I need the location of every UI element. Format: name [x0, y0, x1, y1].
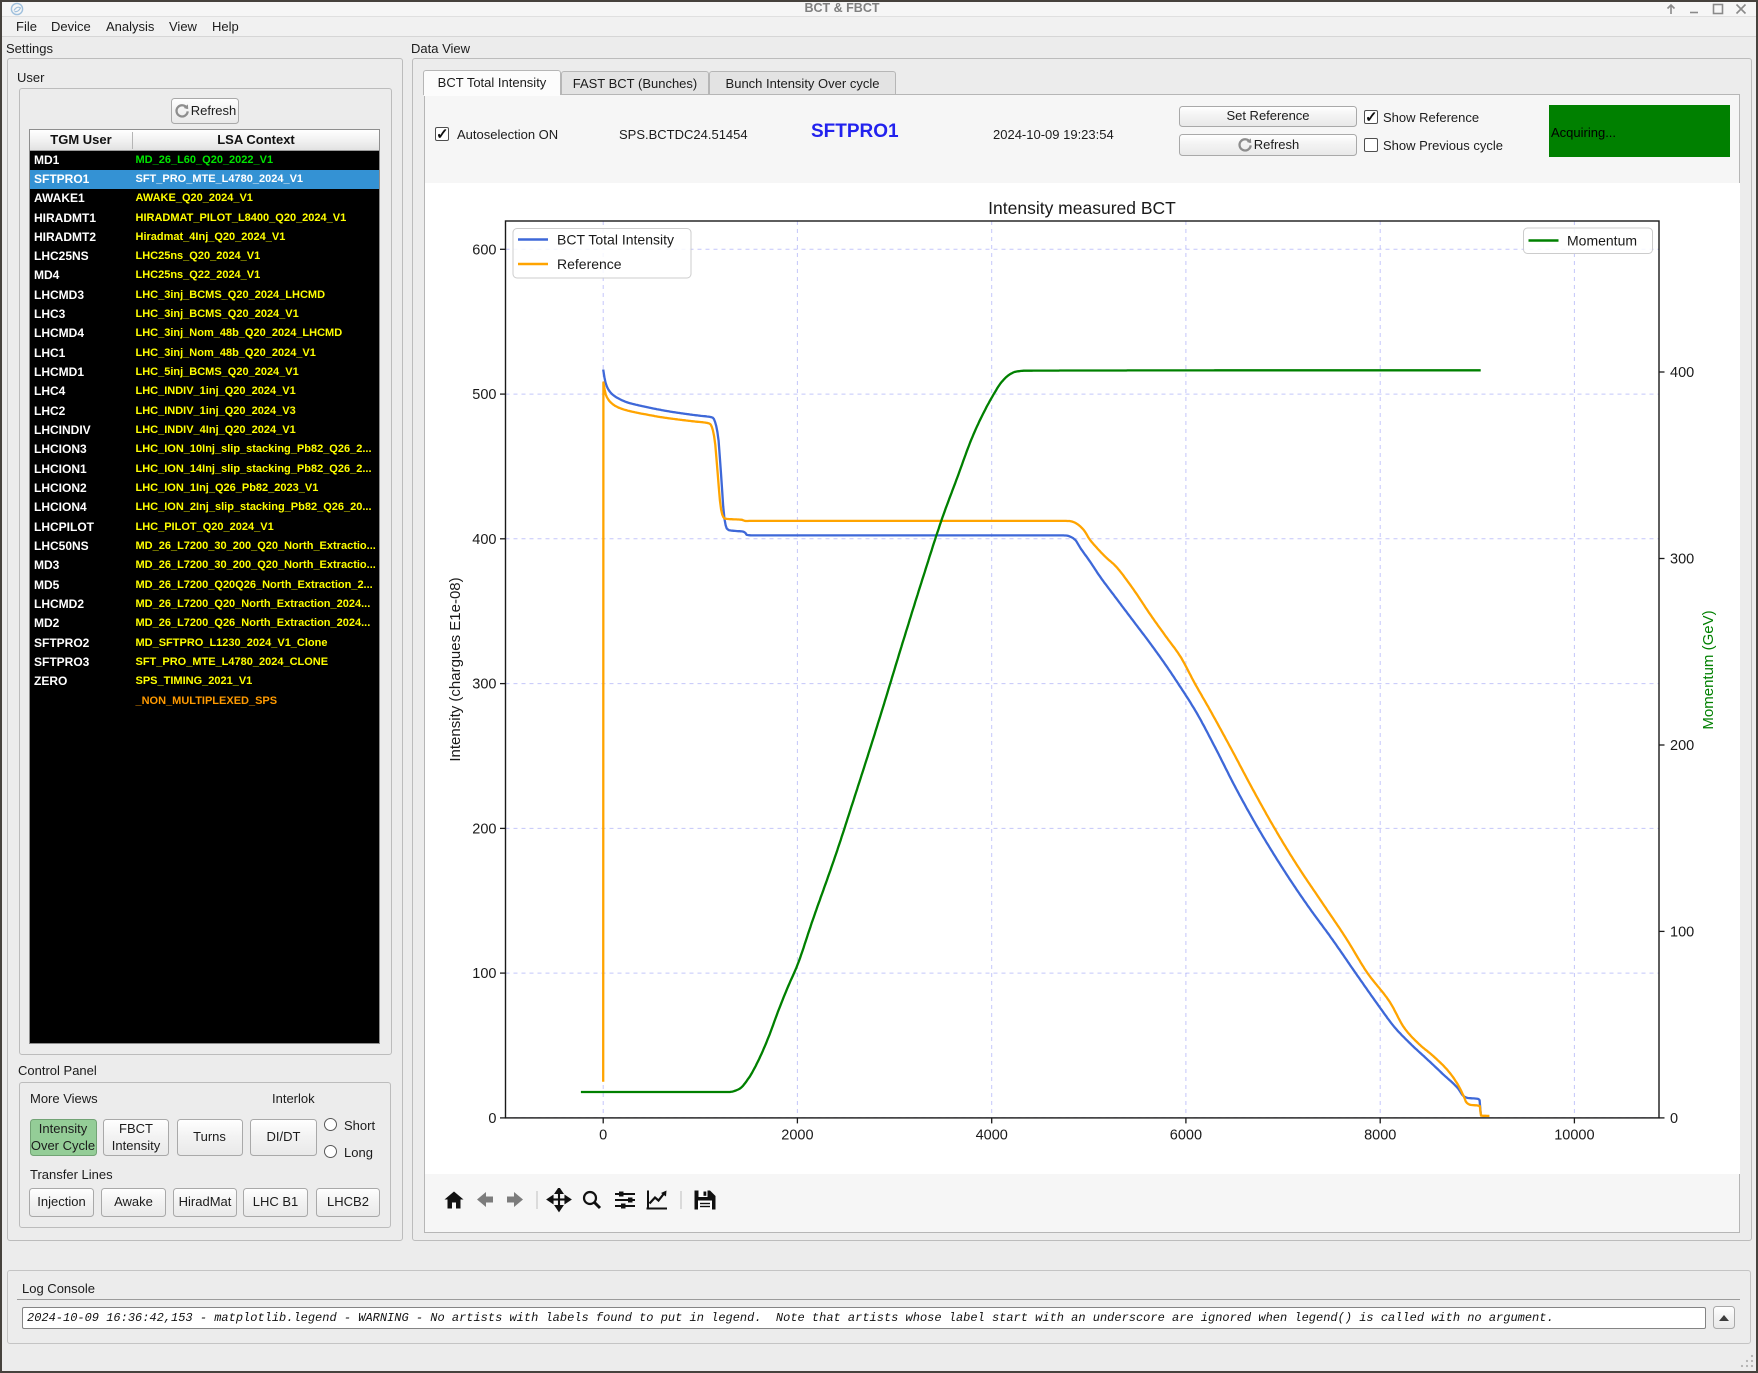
svg-text:0: 0	[599, 1127, 607, 1143]
svg-text:500: 500	[472, 387, 496, 403]
svg-text:BCT Total Intensity: BCT Total Intensity	[557, 232, 674, 248]
svg-text:100: 100	[472, 966, 496, 982]
svg-text:8000: 8000	[1364, 1127, 1396, 1143]
svg-text:0: 0	[488, 1111, 496, 1127]
svg-text:0: 0	[1670, 1111, 1678, 1127]
svg-text:Momentum: Momentum	[1567, 233, 1637, 249]
svg-text:10000: 10000	[1554, 1127, 1594, 1143]
svg-text:6000: 6000	[1170, 1127, 1202, 1143]
svg-text:400: 400	[1670, 365, 1694, 381]
svg-text:Intensity (chargues E1e-08): Intensity (chargues E1e-08)	[447, 577, 464, 761]
svg-text:200: 200	[1670, 738, 1694, 754]
svg-text:2000: 2000	[781, 1127, 813, 1143]
svg-text:600: 600	[472, 242, 496, 258]
svg-text:4000: 4000	[976, 1127, 1008, 1143]
svg-text:Reference: Reference	[557, 256, 622, 272]
svg-text:400: 400	[472, 532, 496, 548]
svg-text:100: 100	[1670, 924, 1694, 940]
svg-text:300: 300	[472, 677, 496, 693]
svg-text:Momentum (GeV): Momentum (GeV)	[1700, 610, 1717, 729]
svg-text:300: 300	[1670, 552, 1694, 568]
svg-text:Intensity measured BCT: Intensity measured BCT	[988, 198, 1176, 218]
svg-text:200: 200	[472, 821, 496, 837]
